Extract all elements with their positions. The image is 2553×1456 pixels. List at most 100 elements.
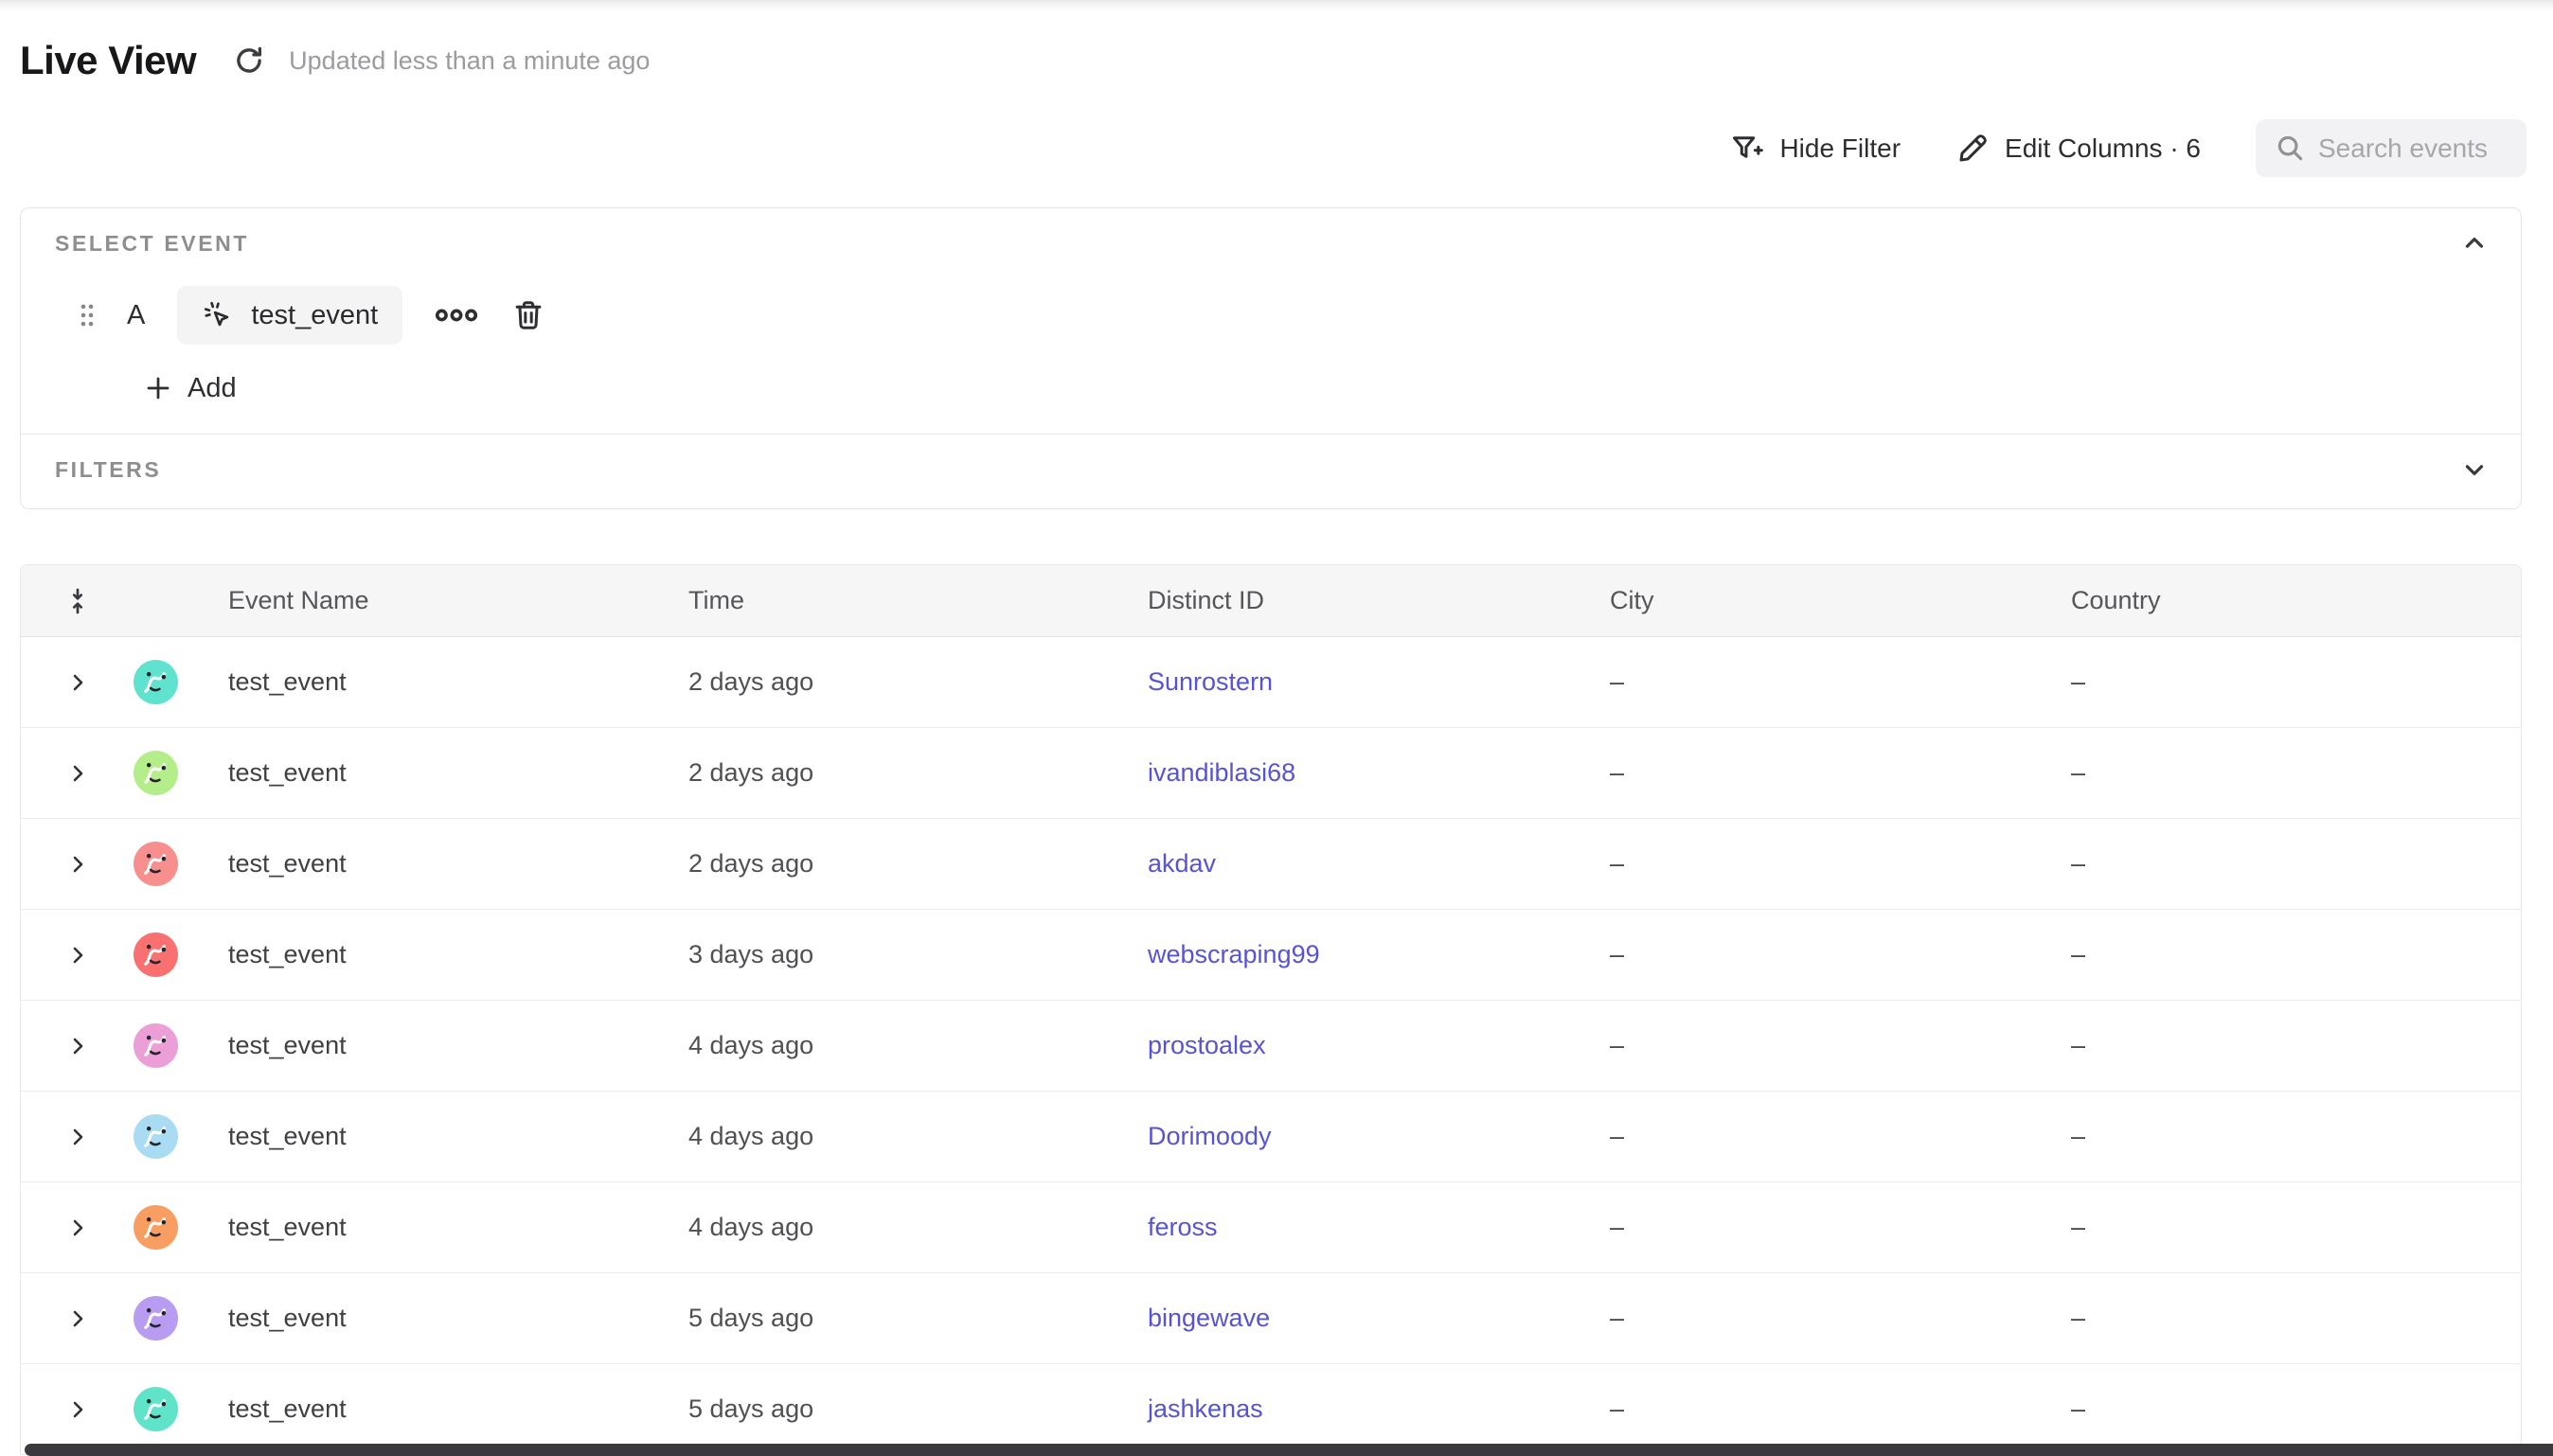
event-clause-row: A test_event xyxy=(80,286,2489,345)
column-header-country: Country xyxy=(2071,586,2521,615)
expand-row-chevron-icon[interactable] xyxy=(66,1307,89,1330)
collapse-rows-icon[interactable] xyxy=(62,586,93,616)
user-avatar xyxy=(134,932,178,977)
table-body: test_event 2 days ago Sunrostern – – xyxy=(21,637,2521,1455)
country-cell: – xyxy=(2071,1031,2521,1060)
distinct-id-link[interactable]: Dorimoody xyxy=(1148,1122,1272,1150)
event-name-cell: test_event xyxy=(228,667,688,697)
edit-columns-button[interactable]: Edit Columns · 6 xyxy=(1955,132,2201,166)
filters-header[interactable]: FILTERS xyxy=(55,455,2489,484)
table-row[interactable]: test_event 4 days ago prostoalex – – xyxy=(21,1001,2521,1092)
country-cell: – xyxy=(2071,1394,2521,1424)
event-name-cell: test_event xyxy=(228,758,688,788)
city-cell: – xyxy=(1610,1031,2071,1060)
table-row[interactable]: test_event 3 days ago webscraping99 – – xyxy=(21,910,2521,1001)
time-cell: 4 days ago xyxy=(688,1122,1148,1151)
user-avatar xyxy=(134,1205,178,1250)
country-cell: – xyxy=(2071,667,2521,697)
add-event-button[interactable]: Add xyxy=(144,367,2489,409)
distinct-id-link[interactable]: webscraping99 xyxy=(1148,940,1320,968)
city-cell: – xyxy=(1610,1122,2071,1151)
hide-filter-label: Hide Filter xyxy=(1779,133,1901,164)
page-title: Live View xyxy=(20,38,196,83)
table-row[interactable]: test_event 5 days ago bingewave – – xyxy=(21,1273,2521,1364)
top-edge-gradient xyxy=(0,0,2553,11)
column-header-event-name: Event Name xyxy=(228,586,688,615)
user-avatar xyxy=(134,660,178,704)
column-header-time: Time xyxy=(688,586,1148,615)
country-cell: – xyxy=(2071,1304,2521,1333)
live-view-screen: Live View Updated less than a minute ago… xyxy=(0,0,2553,1456)
select-event-header[interactable]: SELECT EVENT xyxy=(55,229,2489,257)
expand-row-chevron-icon[interactable] xyxy=(66,853,89,876)
collapse-rows-cell xyxy=(21,586,134,616)
table-header-row: Event Name Time Distinct ID City Country xyxy=(21,565,2521,637)
distinct-id-link[interactable]: bingewave xyxy=(1148,1304,1270,1332)
filters-label: FILTERS xyxy=(55,457,161,483)
more-options-icon[interactable] xyxy=(435,307,478,324)
add-button-label: Add xyxy=(187,373,237,404)
user-avatar xyxy=(134,842,178,886)
user-avatar xyxy=(134,1296,178,1341)
toolbar: Hide Filter Edit Columns · 6 xyxy=(0,119,2526,177)
event-name-cell: test_event xyxy=(228,940,688,969)
city-cell: – xyxy=(1610,758,2071,788)
table-row[interactable]: test_event 2 days ago ivandiblasi68 – – xyxy=(21,728,2521,819)
event-name-cell: test_event xyxy=(228,1394,688,1424)
time-cell: 2 days ago xyxy=(688,849,1148,879)
table-row[interactable]: test_event 5 days ago jashkenas – – xyxy=(21,1364,2521,1455)
user-avatar xyxy=(134,1114,178,1159)
city-cell: – xyxy=(1610,667,2071,697)
table-row[interactable]: test_event 2 days ago akdav – – xyxy=(21,819,2521,910)
expand-row-chevron-icon[interactable] xyxy=(66,1216,89,1239)
table-row[interactable]: test_event 4 days ago feross – – xyxy=(21,1182,2521,1273)
distinct-id-link[interactable]: jashkenas xyxy=(1148,1394,1263,1423)
time-cell: 2 days ago xyxy=(688,667,1148,697)
time-cell: 4 days ago xyxy=(688,1031,1148,1060)
expand-row-chevron-icon[interactable] xyxy=(66,944,89,967)
cursor-click-icon xyxy=(202,299,234,331)
distinct-id-link[interactable]: akdav xyxy=(1148,849,1216,878)
expand-row-chevron-icon[interactable] xyxy=(66,671,89,694)
event-name-cell: test_event xyxy=(228,1031,688,1060)
event-name-cell: test_event xyxy=(228,1304,688,1333)
country-cell: – xyxy=(2071,1122,2521,1151)
distinct-id-link[interactable]: prostoalex xyxy=(1148,1031,1266,1059)
chevron-up-icon[interactable] xyxy=(2460,229,2489,257)
user-avatar xyxy=(134,1387,178,1431)
pencil-icon xyxy=(1955,132,1990,166)
hide-filter-button[interactable]: Hide Filter xyxy=(1730,132,1901,166)
expand-row-chevron-icon[interactable] xyxy=(66,1035,89,1057)
plus-icon xyxy=(144,374,172,402)
country-cell: – xyxy=(2071,758,2521,788)
distinct-id-link[interactable]: feross xyxy=(1148,1213,1218,1241)
user-avatar xyxy=(134,1023,178,1068)
expand-row-chevron-icon[interactable] xyxy=(66,762,89,785)
city-cell: – xyxy=(1610,1394,2071,1424)
column-header-distinct-id: Distinct ID xyxy=(1148,586,1610,615)
event-name-cell: test_event xyxy=(228,849,688,879)
event-selector-chip[interactable]: test_event xyxy=(177,286,402,345)
distinct-id-link[interactable]: ivandiblasi68 xyxy=(1148,758,1295,787)
events-table: Event Name Time Distinct ID City Country xyxy=(20,564,2522,1455)
refresh-icon[interactable] xyxy=(232,44,266,78)
search-box xyxy=(2256,119,2526,177)
city-cell: – xyxy=(1610,849,2071,879)
funnel-plus-icon xyxy=(1730,132,1764,166)
expand-row-chevron-icon[interactable] xyxy=(66,1398,89,1421)
expand-row-chevron-icon[interactable] xyxy=(66,1126,89,1148)
select-event-label: SELECT EVENT xyxy=(55,231,249,257)
horizontal-scrollbar[interactable] xyxy=(25,1444,2553,1456)
drag-handle-icon[interactable] xyxy=(80,303,95,328)
chevron-down-icon[interactable] xyxy=(2460,455,2489,484)
table-row[interactable]: test_event 2 days ago Sunrostern – – xyxy=(21,637,2521,728)
column-header-city: City xyxy=(1610,586,2071,615)
table-row[interactable]: test_event 4 days ago Dorimoody – – xyxy=(21,1092,2521,1182)
filters-section: FILTERS xyxy=(21,435,2521,508)
country-cell: – xyxy=(2071,1213,2521,1242)
user-avatar xyxy=(134,751,178,795)
trash-icon[interactable] xyxy=(510,297,546,333)
time-cell: 5 days ago xyxy=(688,1394,1148,1424)
city-cell: – xyxy=(1610,940,2071,969)
distinct-id-link[interactable]: Sunrostern xyxy=(1148,667,1273,696)
